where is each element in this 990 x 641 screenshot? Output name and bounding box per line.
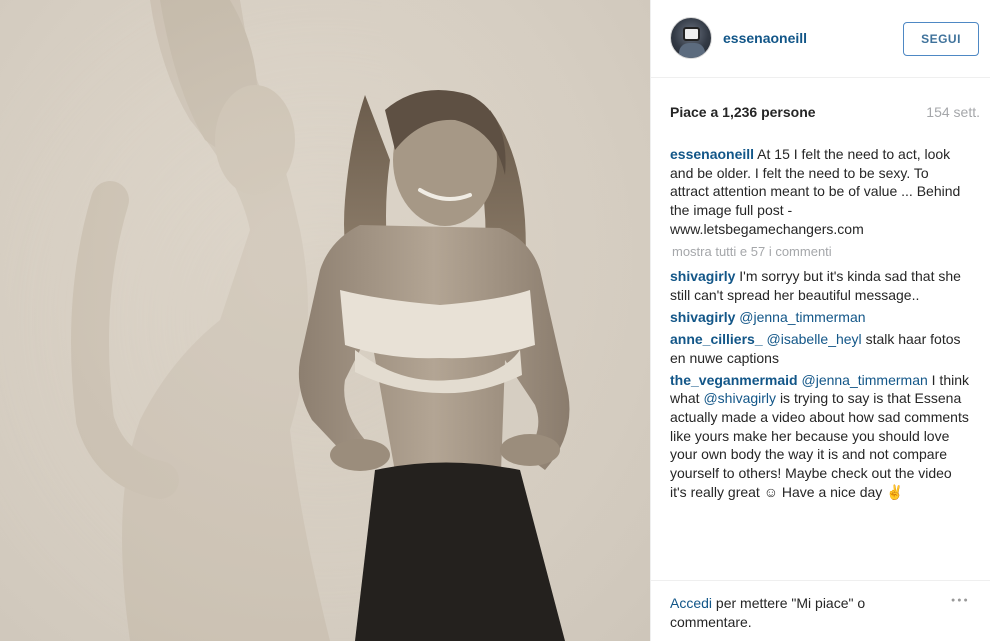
post-footer: Accedi per mettere "Mi piace" o commenta… xyxy=(651,580,990,641)
comment-mention[interactable]: @jenna_timmerman xyxy=(802,372,928,388)
comment-username[interactable]: shivagirly xyxy=(670,309,735,325)
caption: essenaoneill At 15 I felt the need to ac… xyxy=(670,145,970,239)
comments-list: essenaoneill At 15 I felt the need to ac… xyxy=(670,145,970,505)
comment-username[interactable]: the_veganmermaid xyxy=(670,372,798,388)
comment-mention[interactable]: @jenna_timmerman xyxy=(739,309,865,325)
ellipsis-icon[interactable]: ●●● xyxy=(951,597,970,604)
comment-inline-mention[interactable]: @shivagirly xyxy=(703,390,776,406)
avatar-face xyxy=(683,27,700,41)
avatar-body xyxy=(679,43,705,58)
follow-button[interactable]: SEGUI xyxy=(903,22,979,56)
comment-username[interactable]: shivagirly xyxy=(670,268,735,284)
comment-mention[interactable]: @isabelle_heyl xyxy=(767,331,862,347)
comment-username[interactable]: essenaoneill xyxy=(670,146,754,162)
likes-count: Piace a 1,236 persone xyxy=(670,104,816,120)
post-photo[interactable] xyxy=(0,0,650,641)
post-author-username[interactable]: essenaoneill xyxy=(723,30,807,46)
post-header: essenaoneill SEGUI xyxy=(651,0,990,78)
comment-username[interactable]: anne_cilliers_ xyxy=(670,331,763,347)
comment: shivagirly @jenna_timmerman xyxy=(670,308,970,327)
avatar[interactable] xyxy=(670,17,712,59)
view-all-comments-link[interactable]: mostra tutti e 57 i commenti xyxy=(672,243,970,262)
comment: the_veganmermaid @jenna_timmerman I thin… xyxy=(670,371,970,502)
post-age[interactable]: 154 sett. xyxy=(926,104,980,120)
comment: shivagirly I'm sorryy but it's kinda sad… xyxy=(670,267,970,304)
likes-row: Piace a 1,236 persone 154 sett. xyxy=(670,104,980,124)
login-prompt: Accedi per mettere "Mi piace" o commenta… xyxy=(670,594,920,632)
login-link[interactable]: Accedi xyxy=(670,595,712,611)
comment: anne_cilliers_ @isabelle_heyl stalk haar… xyxy=(670,330,970,367)
comment-text: is trying to say is that Essena actually… xyxy=(670,390,969,500)
photo-illustration xyxy=(0,0,650,641)
post-details-panel: essenaoneill SEGUI Piace a 1,236 persone… xyxy=(650,0,990,641)
